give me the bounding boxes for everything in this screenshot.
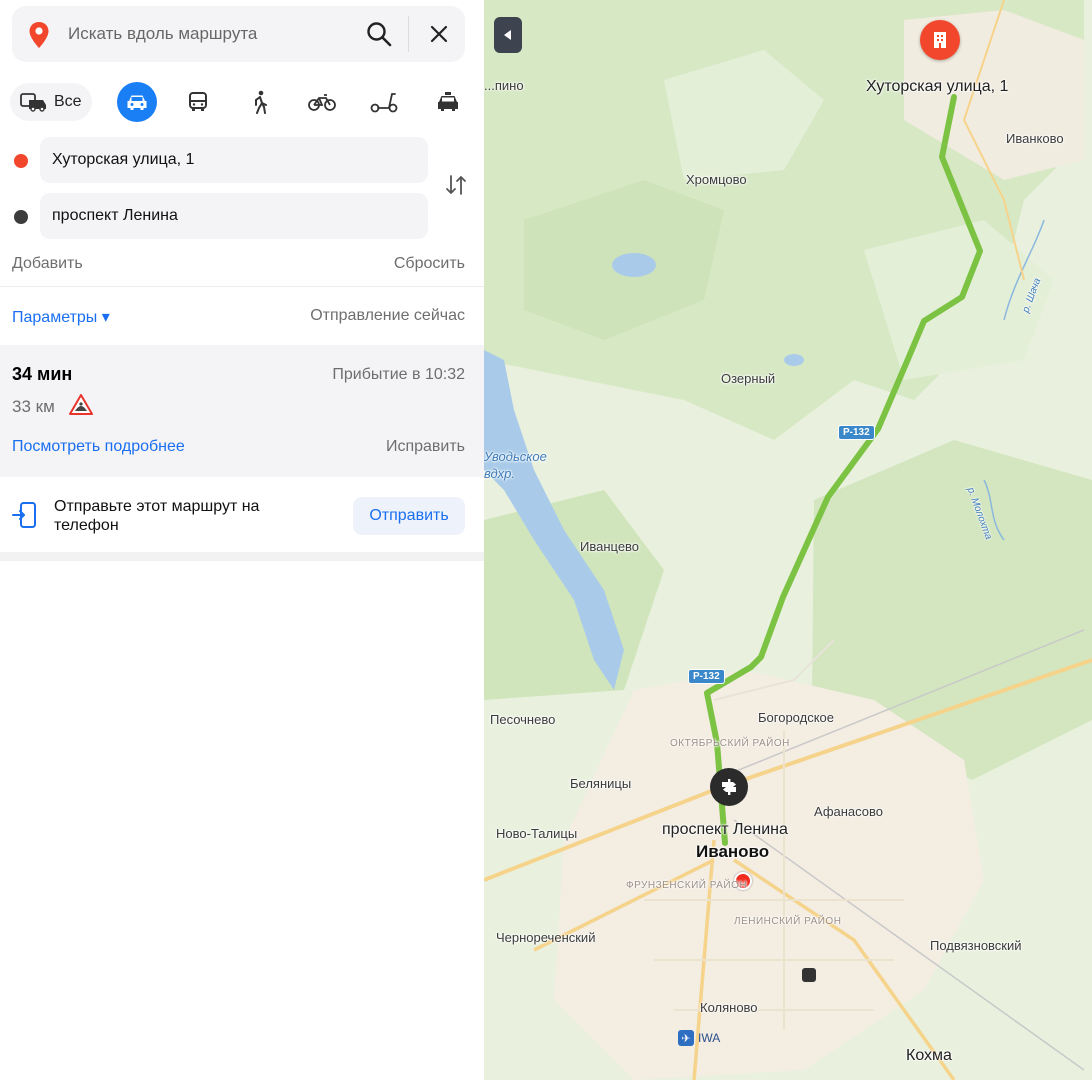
road-works-warning-icon — [69, 394, 93, 415]
map-label-bogorodskoe: Богородское — [758, 710, 835, 725]
parameters-dropdown[interactable]: Параметры ▾ — [12, 307, 110, 327]
departure-time-selector[interactable]: Отправление сейчас — [310, 307, 465, 325]
reset-route-link[interactable]: Сбросить — [394, 255, 465, 273]
search-divider — [408, 16, 409, 52]
map-label-district-leninsky: ЛЕНИНСКИЙ РАЙОН — [734, 916, 842, 927]
send-to-phone-text: Отправьте этот маршрут на телефон — [54, 498, 260, 534]
poi-marker[interactable] — [802, 968, 816, 982]
collapse-panel-button[interactable] — [494, 17, 522, 53]
route-duration: 34 мин — [12, 364, 73, 384]
search-input[interactable]: Искать вдоль маршрута — [68, 24, 257, 44]
map-label-kokhma: Кохма — [906, 1047, 952, 1064]
map-label-podvyaznovsky: Подвязновский — [930, 938, 1022, 953]
close-icon[interactable] — [424, 19, 454, 49]
start-point-marker[interactable] — [920, 20, 960, 60]
route-panel: Искать вдоль маршрута Все Хуторская улиц… — [0, 0, 484, 1080]
mode-all-button[interactable]: Все — [10, 83, 92, 121]
route-to-input[interactable]: проспект Ленина — [40, 193, 428, 239]
route-distance: 33 км — [12, 397, 55, 416]
panel-footer-separator — [0, 552, 484, 561]
map-label-end-address: проспект Ленина — [662, 821, 788, 838]
road-number-badge-2: Р-132 — [688, 669, 725, 684]
send-to-phone-button[interactable]: Отправить — [353, 497, 465, 535]
end-point-dot — [14, 210, 28, 224]
taxi-icon — [438, 92, 458, 111]
airplane-icon: ✈ — [678, 1030, 694, 1046]
signpost-icon — [722, 779, 736, 795]
car-icon — [127, 95, 147, 110]
map-label-afanasovo: Афанасово — [814, 804, 884, 819]
map-label-belyanitsy: Беляницы — [570, 776, 632, 791]
map-label-ivantsevo: Иванцево — [580, 539, 640, 554]
divider — [0, 286, 484, 287]
map-label-ivanovo: Иваново — [696, 842, 770, 861]
airport-label: IWA — [698, 1031, 721, 1045]
mode-taxi-button[interactable] — [428, 82, 468, 122]
building-icon — [934, 32, 946, 48]
search-icon[interactable] — [364, 19, 394, 49]
bus-icon — [189, 92, 207, 111]
map-label-district-frunzensky: ФРУНЗЕНСКИЙ РАЙОН — [626, 880, 748, 891]
all-transport-icon — [20, 93, 46, 112]
mode-walk-button[interactable] — [240, 82, 280, 122]
map-label-ozerny: Озерный — [721, 371, 776, 386]
map-canvas[interactable]: ...пино Хуторская улица, 1 Иванково Хром… — [484, 0, 1092, 1080]
arrival-time: Прибытие в 10:32 — [332, 366, 465, 383]
route-from-input[interactable]: Хуторская улица, 1 — [40, 137, 428, 183]
road-number-badge: Р-132 — [838, 425, 875, 440]
add-point-link[interactable]: Добавить — [12, 255, 83, 273]
pedestrian-icon — [255, 90, 267, 114]
map-label-chernorechensky: Чернореченский — [496, 930, 596, 945]
fix-route-link[interactable]: Исправить — [386, 438, 465, 456]
map-label-kolyanovo: Коляново — [700, 1000, 758, 1015]
location-pin-icon — [29, 22, 49, 48]
bicycle-icon — [308, 94, 336, 111]
phone-send-icon — [12, 502, 36, 528]
mode-car-button[interactable] — [117, 82, 157, 122]
end-point-marker[interactable] — [710, 768, 748, 806]
map-label-village: ...пино — [484, 78, 524, 93]
transport-mode-selector: Все — [10, 82, 470, 122]
map-label-reservoir: Уводьское вдхр. — [484, 449, 547, 481]
mode-all-label: Все — [54, 93, 82, 110]
map-label-district-oktyabrsky: ОКТЯБРЬСКИЙ РАЙОН — [670, 738, 790, 749]
route-search-box[interactable]: Искать вдоль маршрута — [12, 6, 465, 62]
swap-icon[interactable] — [443, 172, 469, 198]
start-point-dot — [14, 154, 28, 168]
scooter-icon — [370, 93, 398, 113]
mode-bus-button[interactable] — [178, 82, 218, 122]
mode-bicycle-button[interactable] — [302, 82, 342, 122]
chevron-left-icon — [504, 30, 511, 40]
map-label-novo-talitsy: Ново-Талицы — [496, 826, 578, 841]
map-label-khromtsovo: Хромцово — [686, 172, 747, 187]
map-label-ivankovo: Иванково — [1006, 131, 1064, 146]
map-label-start-address: Хуторская улица, 1 — [866, 78, 1009, 95]
mode-scooter-button[interactable] — [364, 82, 404, 122]
route-details-link[interactable]: Посмотреть подробнее — [12, 438, 185, 456]
map-label-pesochnevo: Песочнево — [490, 712, 556, 727]
airport-marker[interactable]: ✈ IWA — [678, 1030, 720, 1046]
